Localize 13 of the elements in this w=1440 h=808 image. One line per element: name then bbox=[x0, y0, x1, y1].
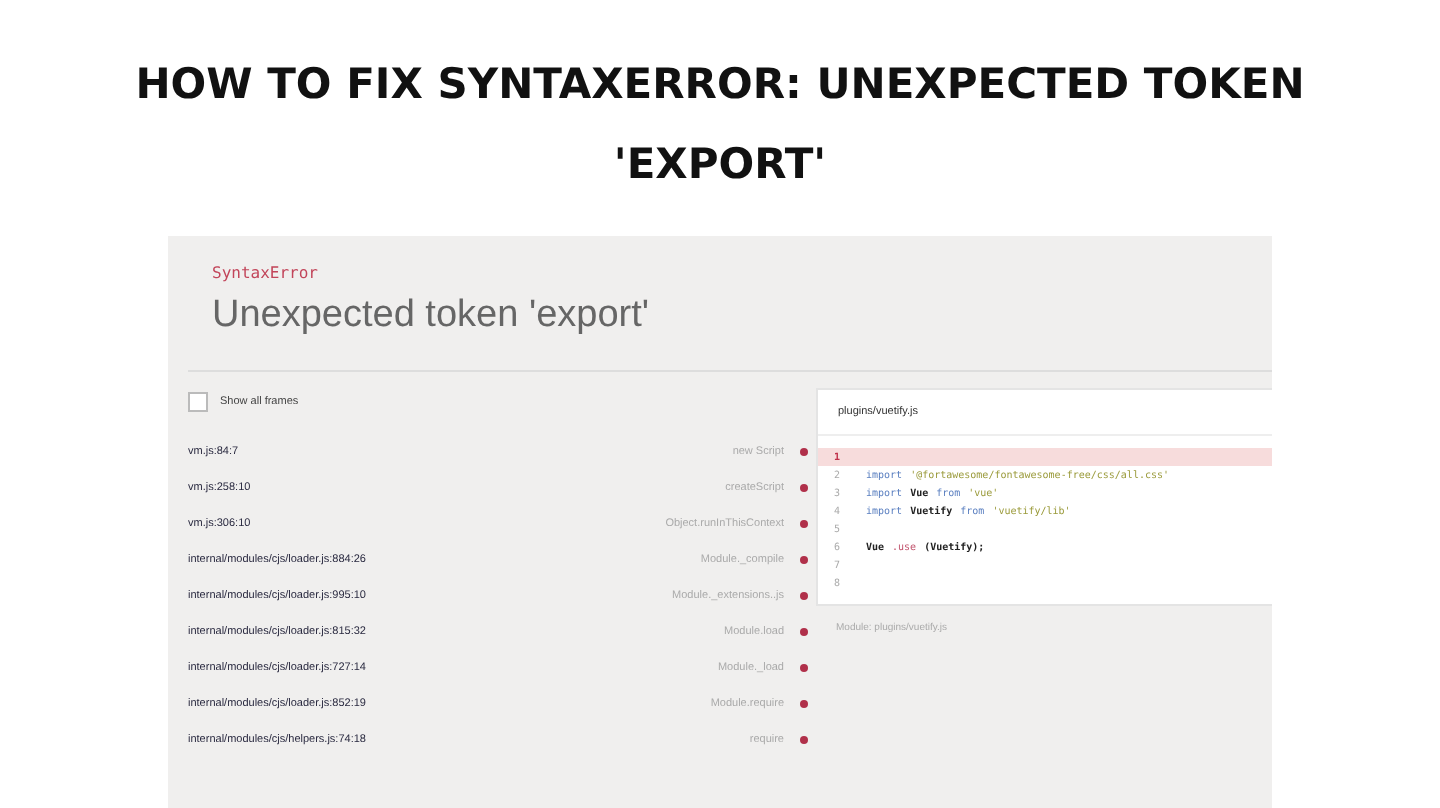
article-title: HOW TO FIX SYNTAXERROR: UNEXPECTED TOKEN 'EXPORT' bbox=[133, 58, 1307, 192]
frame-dot-icon bbox=[800, 735, 808, 743]
checkbox[interactable] bbox=[188, 392, 208, 412]
frame-dot-icon bbox=[800, 699, 808, 707]
error-type: SyntaxError bbox=[212, 264, 320, 282]
error-message: Unexpected token 'export' bbox=[212, 294, 651, 338]
frame-dot-icon bbox=[800, 627, 808, 635]
frame-dot-icon bbox=[800, 483, 808, 491]
frame-dot-icon bbox=[800, 447, 808, 455]
frame-dot-icon bbox=[800, 663, 808, 671]
frame-dot-icon bbox=[800, 519, 808, 527]
frame-dot-icon bbox=[800, 591, 808, 599]
frame-dot-icon bbox=[800, 555, 808, 563]
